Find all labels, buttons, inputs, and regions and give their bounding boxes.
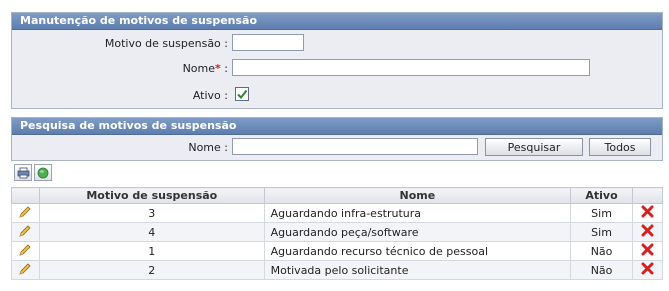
globe-button[interactable] xyxy=(34,164,52,181)
search-button[interactable]: Pesquisar xyxy=(485,138,583,156)
table-row: 2 Motivada pelo solicitante Não xyxy=(11,260,663,280)
nome-label-colon: : xyxy=(220,62,228,75)
table-row: 1 Aguardando recurso técnico de pessoal … xyxy=(11,241,663,261)
header-delete-col xyxy=(632,187,663,204)
ativo-cell: Não xyxy=(570,241,633,261)
print-button[interactable] xyxy=(14,164,32,181)
motivo-input[interactable] xyxy=(232,34,304,51)
results-table: Motivo de suspensão Nome Ativo 3 Aguarda… xyxy=(11,187,663,280)
delete-cell[interactable] xyxy=(632,222,663,242)
motivo-cell: 3 xyxy=(38,203,265,223)
table-row: 4 Aguardando peça/software Sim xyxy=(11,222,663,242)
table-header-row: Motivo de suspensão Nome Ativo xyxy=(11,187,663,204)
delete-x-icon[interactable] xyxy=(641,262,654,275)
nome-cell: Aguardando recurso técnico de pessoal xyxy=(263,241,572,261)
edit-pencil-icon[interactable] xyxy=(18,205,32,219)
globe-icon xyxy=(37,167,49,178)
edit-cell[interactable] xyxy=(11,203,40,223)
all-button[interactable]: Todos xyxy=(589,138,651,156)
edit-cell[interactable] xyxy=(11,260,40,280)
edit-cell[interactable] xyxy=(11,222,40,242)
checkmark-icon xyxy=(237,89,248,100)
ativo-label: Ativo : xyxy=(192,89,228,102)
table-row: 3 Aguardando infra-estrutura Sim xyxy=(11,203,663,223)
search-panel-title: Pesquisa de motivos de suspensão xyxy=(12,118,662,135)
edit-pencil-icon[interactable] xyxy=(18,224,32,238)
edit-cell[interactable] xyxy=(11,241,40,261)
delete-cell[interactable] xyxy=(632,203,663,223)
nome-cell: Aguardando infra-estrutura xyxy=(263,203,572,223)
ativo-cell: Sim xyxy=(570,203,633,223)
delete-x-icon[interactable] xyxy=(641,205,654,218)
delete-cell[interactable] xyxy=(632,241,663,261)
search-nome-label: Nome : xyxy=(188,141,228,154)
nome-input[interactable] xyxy=(232,59,590,76)
edit-pencil-icon[interactable] xyxy=(18,243,32,257)
header-motivo[interactable]: Motivo de suspensão xyxy=(38,187,265,204)
maintenance-panel-title: Manutenção de motivos de suspensão xyxy=(12,13,662,30)
motivo-cell: 1 xyxy=(38,241,265,261)
ativo-checkbox[interactable] xyxy=(235,87,249,101)
delete-cell[interactable] xyxy=(632,260,663,280)
print-icon xyxy=(17,167,29,178)
motivo-label: Motivo de suspensão : xyxy=(104,37,228,50)
motivo-cell: 4 xyxy=(38,222,265,242)
motivo-cell: 2 xyxy=(38,260,265,280)
nome-label-text: Nome xyxy=(182,62,216,75)
ativo-cell: Sim xyxy=(570,222,633,242)
header-nome[interactable]: Nome xyxy=(263,187,572,204)
nome-label: Nome* : xyxy=(183,62,228,75)
nome-cell: Motivada pelo solicitante xyxy=(263,260,572,280)
search-nome-input[interactable] xyxy=(232,138,478,155)
header-ativo[interactable]: Ativo xyxy=(570,187,633,204)
edit-pencil-icon[interactable] xyxy=(18,262,32,276)
delete-x-icon[interactable] xyxy=(641,243,654,256)
delete-x-icon[interactable] xyxy=(641,224,654,237)
header-edit-col xyxy=(11,187,40,204)
ativo-cell: Não xyxy=(570,260,633,280)
nome-cell: Aguardando peça/software xyxy=(263,222,572,242)
